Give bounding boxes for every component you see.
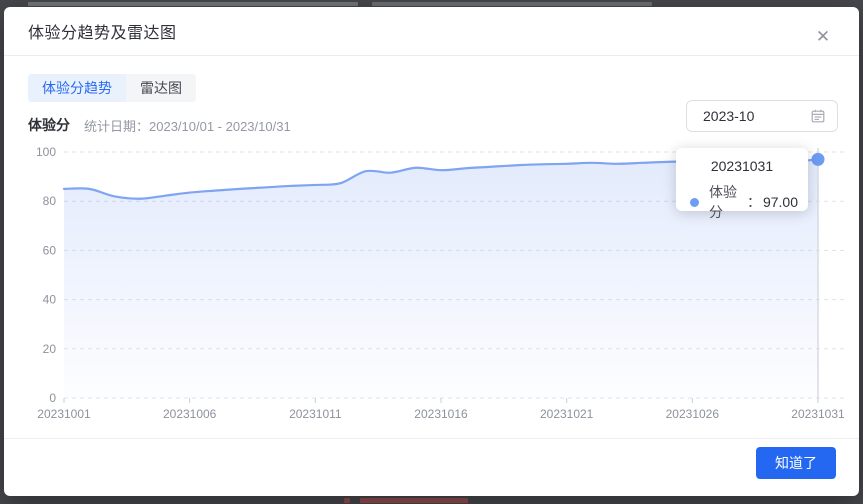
svg-text:0: 0 <box>49 391 56 405</box>
svg-text:20231001: 20231001 <box>37 407 91 421</box>
svg-text:20231031: 20231031 <box>791 407 845 421</box>
trend-modal: 体验分趋势及雷达图 ✕ 体验分趋势 雷达图 体验分 统计日期：2023/10/0… <box>4 7 859 496</box>
chart-tooltip: 20231031 体验分 ： 97.00 <box>676 148 808 211</box>
svg-text:20231006: 20231006 <box>163 407 217 421</box>
series-dot-icon <box>690 198 699 207</box>
svg-text:40: 40 <box>43 293 57 307</box>
tooltip-date: 20231031 <box>676 158 808 174</box>
background-page-fragment <box>28 2 358 6</box>
svg-text:20: 20 <box>43 342 57 356</box>
svg-text:80: 80 <box>43 194 57 208</box>
footer-divider <box>4 438 859 439</box>
svg-text:20231021: 20231021 <box>540 407 594 421</box>
background-page-fragment <box>360 498 468 503</box>
trend-line-chart[interactable]: 0 20 40 60 80 100 20231001 20231006 20231011 2023… <box>4 7 859 496</box>
confirm-button[interactable]: 知道了 <box>756 447 836 479</box>
tooltip-series-row: 体验分 ： 97.00 <box>690 182 798 222</box>
tooltip-series-label: 体验分 <box>709 182 743 222</box>
svg-text:20231016: 20231016 <box>414 407 468 421</box>
svg-text:60: 60 <box>43 243 57 257</box>
svg-text:20231026: 20231026 <box>666 407 720 421</box>
svg-text:100: 100 <box>36 145 56 159</box>
tooltip-value: 97.00 <box>763 194 798 210</box>
tooltip-separator: ： <box>747 192 761 212</box>
svg-text:20231011: 20231011 <box>289 407 342 421</box>
background-page-fragment <box>344 498 350 503</box>
background-page-fragment <box>372 2 652 6</box>
